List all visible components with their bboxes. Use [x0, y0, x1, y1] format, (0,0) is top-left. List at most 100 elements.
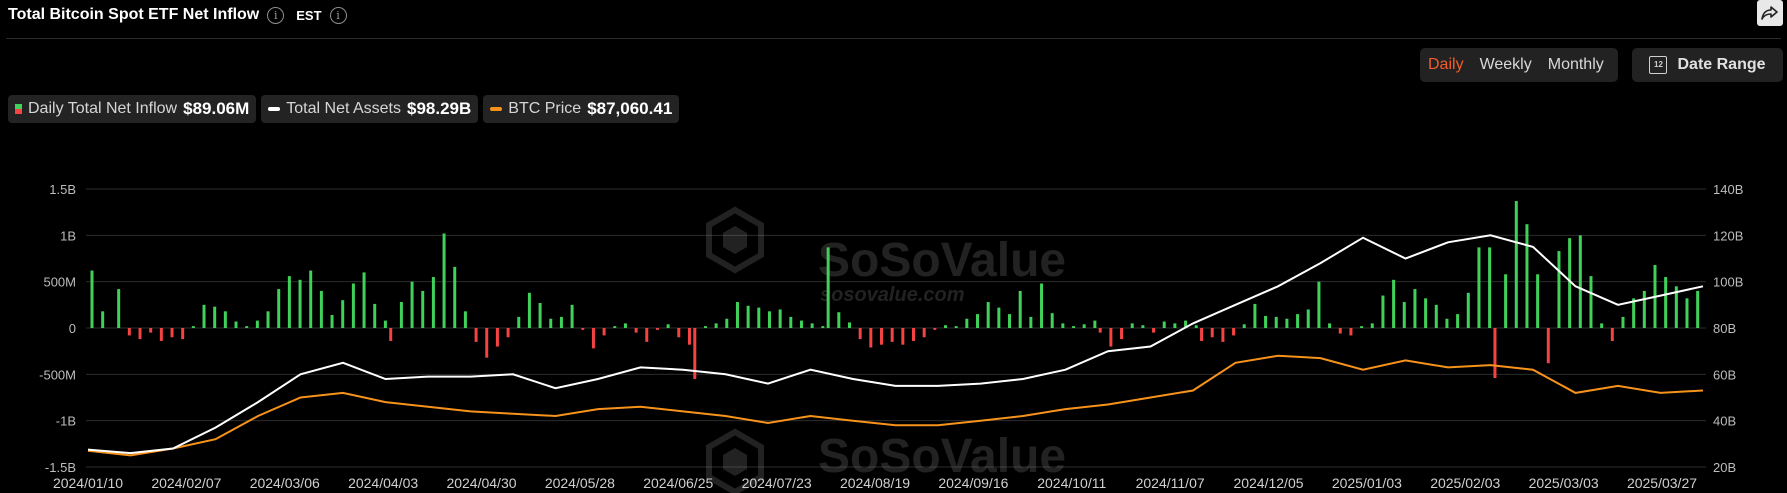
- x-tick-label: 2024/03/06: [250, 475, 320, 491]
- x-tick-label: 2024/01/10: [53, 475, 123, 491]
- inflow-bar: [1349, 328, 1353, 336]
- left-tick-label: 1B: [60, 228, 76, 243]
- inflow-bar: [1008, 314, 1012, 328]
- inflow-bar: [847, 322, 851, 328]
- inflow-bar: [1514, 201, 1518, 328]
- inflow-bar: [1328, 323, 1332, 328]
- inflow-bar: [1488, 247, 1492, 328]
- inflow-bar: [1392, 279, 1396, 328]
- inflow-bar: [1162, 321, 1166, 328]
- inflow-bar: [474, 328, 478, 342]
- inflow-bar: [170, 328, 174, 338]
- watermark-brand: SoSoValue: [818, 234, 1066, 287]
- inflow-bar: [410, 281, 414, 328]
- inflow-bar: [1589, 276, 1593, 328]
- inflow-bar: [298, 279, 302, 328]
- inflow-bar: [1109, 328, 1113, 347]
- inflow-bar: [1381, 295, 1385, 328]
- watermark-logo-icon: [706, 206, 764, 274]
- inflow-bar: [1072, 326, 1076, 328]
- inflow-bar: [1664, 277, 1668, 328]
- inflow-bar: [602, 328, 606, 336]
- inflow-bar: [453, 266, 457, 328]
- inflow-bar: [383, 320, 387, 328]
- inflow-bar: [1525, 224, 1529, 328]
- inflow-bar: [1098, 328, 1102, 333]
- inflow-bar: [965, 318, 969, 328]
- right-tick-label: 60B: [1713, 367, 1736, 382]
- inflow-bar: [202, 304, 206, 328]
- inflow-bar: [1264, 315, 1268, 328]
- inflow-bar: [287, 276, 291, 328]
- inflow-bar: [309, 270, 313, 328]
- inflow-bar: [1621, 316, 1625, 328]
- inflow-bar: [714, 323, 718, 328]
- inflow-bar: [944, 325, 948, 328]
- inflow-bar: [1546, 328, 1550, 364]
- inflow-bar: [1200, 328, 1204, 341]
- inflow-bar: [538, 302, 542, 328]
- inflow-bar: [1685, 298, 1689, 328]
- inflow-bar: [1296, 314, 1300, 328]
- inflow-bar: [666, 324, 670, 328]
- inflow-bar: [1477, 247, 1481, 328]
- inflow-bar: [570, 304, 574, 328]
- inflow-bar: [677, 328, 681, 338]
- inflow-bar: [1210, 328, 1214, 338]
- inflow-bar: [1082, 324, 1086, 328]
- inflow-bar: [1360, 326, 1364, 328]
- inflow-bar: [976, 314, 980, 328]
- inflow-bar: [1040, 283, 1044, 328]
- inflow-bar: [266, 311, 270, 328]
- inflow-bar: [341, 300, 345, 328]
- inflow-bar: [90, 270, 94, 328]
- right-tick-label: 20B: [1713, 460, 1736, 475]
- inflow-bar: [581, 328, 585, 330]
- inflow-bar: [912, 328, 916, 341]
- inflow-bar: [746, 305, 750, 328]
- right-axis: 140B 120B 100B 80B 60B 40B 20B: [1713, 182, 1743, 475]
- inflow-bar: [869, 328, 873, 348]
- inflow-bar: [703, 326, 707, 328]
- inflow-bar: [362, 272, 366, 328]
- inflow-bar: [1338, 328, 1342, 334]
- inflow-bar: [778, 309, 782, 328]
- inflow-bar: [1413, 289, 1417, 328]
- inflow-bar: [191, 326, 195, 328]
- x-tick-label: 2025/03/03: [1529, 475, 1599, 491]
- right-tick-label: 120B: [1713, 228, 1743, 243]
- inflow-bar: [1445, 318, 1449, 328]
- inflow-bar: [159, 328, 163, 341]
- inflow-bar: [1306, 309, 1310, 328]
- inflow-chart[interactable]: SoSoValue sosovalue.com SoSoValue 1.5B 1B…: [0, 0, 1787, 493]
- inflow-bar: [1642, 290, 1646, 328]
- inflow-bar: [858, 328, 862, 340]
- inflow-bar: [1317, 281, 1321, 328]
- inflow-bar: [1061, 323, 1065, 328]
- inflow-bar: [389, 328, 393, 341]
- inflow-bar: [442, 233, 446, 328]
- x-tick-label: 2024/07/23: [742, 475, 812, 491]
- inflow-bar: [101, 311, 105, 328]
- inflow-bar: [1173, 323, 1177, 328]
- inflow-bar: [1370, 323, 1374, 328]
- inflow-bar: [933, 328, 937, 330]
- inflow-bar: [1242, 324, 1246, 328]
- right-tick-label: 100B: [1713, 275, 1743, 290]
- inflow-bar: [1221, 328, 1225, 342]
- inflow-bar: [255, 320, 259, 328]
- inflow-bar: [245, 326, 249, 328]
- inflow-bar: [1018, 290, 1022, 328]
- inflow-bar: [1253, 303, 1257, 328]
- inflow-bar: [922, 328, 926, 338]
- inflow-bar: [1536, 274, 1540, 328]
- left-axis: 1.5B 1B 500M 0 -500M -1B -1.5B: [39, 182, 76, 475]
- inflow-bar: [767, 311, 771, 328]
- x-tick-label: 2024/06/25: [643, 475, 713, 491]
- inflow-bar: [1600, 323, 1604, 328]
- left-tick-label: 1.5B: [49, 182, 76, 197]
- inflow-bar: [223, 311, 227, 328]
- inflow-bar: [1424, 298, 1428, 328]
- x-tick-label: 2024/05/28: [545, 475, 615, 491]
- inflow-bar: [1194, 325, 1198, 328]
